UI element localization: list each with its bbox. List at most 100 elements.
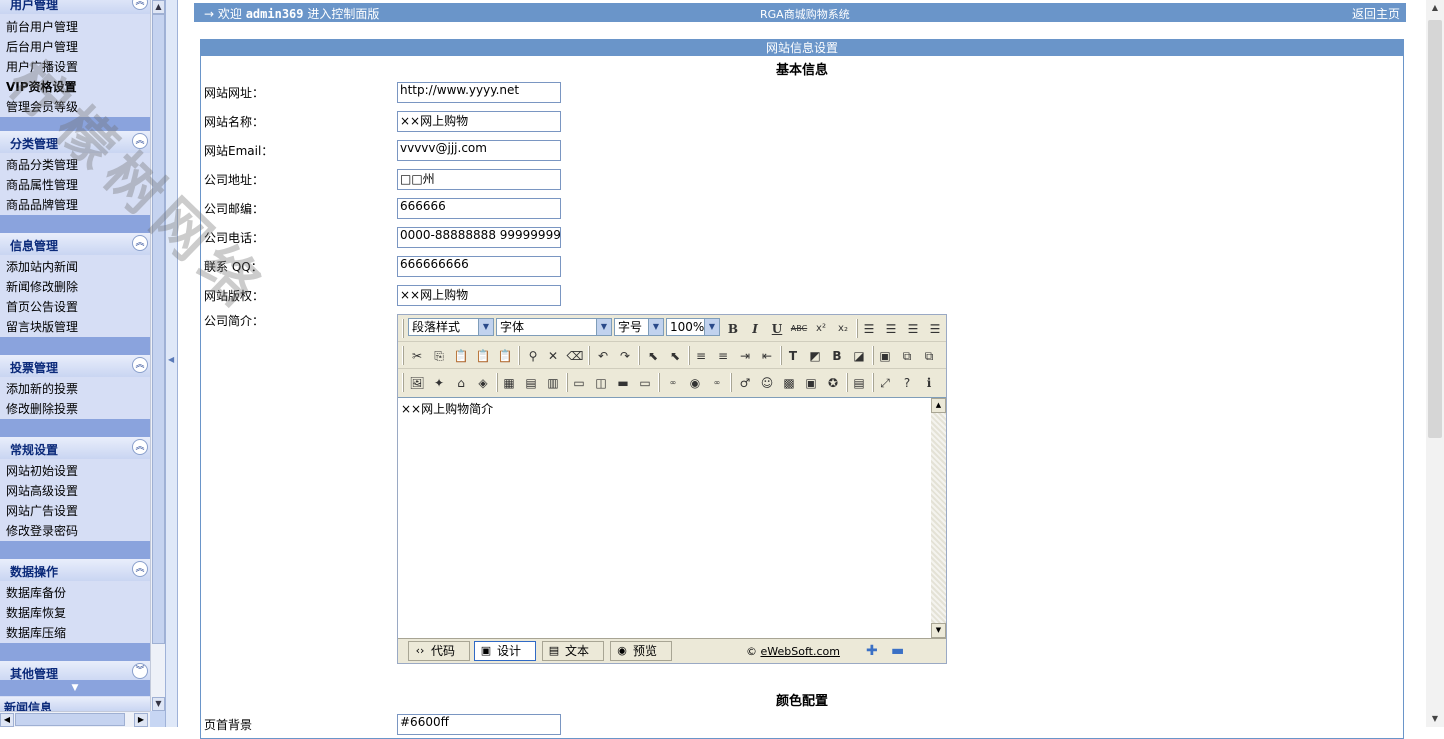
sidebar-item-edit-vote[interactable]: 修改删除投票 bbox=[0, 399, 150, 419]
unselect-icon[interactable]: ⬉ bbox=[666, 347, 684, 365]
select-all-icon[interactable]: ⬉ bbox=[644, 347, 662, 365]
excel-icon[interactable]: ✪ bbox=[824, 374, 842, 392]
table-icon[interactable]: ▦ bbox=[500, 374, 518, 392]
sidebar-item-site-ads[interactable]: 网站广告设置 bbox=[0, 501, 150, 521]
group-info-header[interactable]: 信息管理 ︽ bbox=[0, 233, 150, 255]
scroll-thumb[interactable] bbox=[15, 713, 125, 726]
scroll-right-icon[interactable]: ▶ bbox=[134, 713, 148, 727]
site-name-input[interactable]: ××网上购物 bbox=[397, 111, 561, 132]
image-icon[interactable]: 🖼 bbox=[408, 374, 426, 392]
bg-color-icon[interactable]: ◩ bbox=[806, 347, 824, 365]
scroll-down-icon[interactable]: ▼ bbox=[152, 697, 165, 711]
collapse-sidebar-icon[interactable]: ◀ bbox=[168, 355, 174, 364]
mode-code-button[interactable]: ‹› 代码 bbox=[408, 641, 470, 661]
sidebar-item-user-broadcast[interactable]: 用户广播设置 bbox=[0, 57, 150, 77]
chevron-down-icon[interactable]: ▼ bbox=[0, 680, 150, 696]
site-email-input[interactable]: vvvvv@jjj.com bbox=[397, 140, 561, 161]
address-input[interactable]: □□州 bbox=[397, 169, 561, 190]
scroll-up-icon[interactable]: ▲ bbox=[152, 0, 165, 14]
align-center-icon[interactable]: ☰ bbox=[882, 320, 900, 338]
web-link-icon[interactable]: ∞ bbox=[664, 374, 682, 392]
special-char-icon[interactable]: ♂ bbox=[736, 374, 754, 392]
paragraph-style-select[interactable]: 段落样式 ▼ bbox=[408, 318, 494, 336]
font-color-icon[interactable]: B bbox=[828, 347, 846, 365]
sidebar-item-frontend-users[interactable]: 前台用户管理 bbox=[0, 17, 150, 37]
group-vote-header[interactable]: 投票管理 ︽ bbox=[0, 355, 150, 377]
layer-absolute-icon[interactable]: ⧉ bbox=[920, 347, 938, 365]
highlight-icon[interactable]: ◪ bbox=[850, 347, 868, 365]
sidebar-item-backend-users[interactable]: 后台用户管理 bbox=[0, 37, 150, 57]
iframe-icon[interactable]: ◫ bbox=[592, 374, 610, 392]
help-icon[interactable]: ? bbox=[898, 374, 916, 392]
undo-icon[interactable]: ↶ bbox=[594, 347, 612, 365]
sidebar-item-add-vote[interactable]: 添加新的投票 bbox=[0, 379, 150, 399]
scroll-left-icon[interactable]: ◀ bbox=[0, 713, 14, 727]
subscript-icon[interactable]: x₂ bbox=[834, 320, 852, 338]
collapse-icon[interactable]: ︽ bbox=[132, 357, 148, 373]
unordered-list-icon[interactable]: ≡ bbox=[714, 347, 732, 365]
layer-icon[interactable]: ⧉ bbox=[898, 347, 916, 365]
mode-text-button[interactable]: ▤ 文本 bbox=[542, 641, 604, 661]
sidebar-item-add-news[interactable]: 添加站内新闻 bbox=[0, 257, 150, 277]
mode-preview-button[interactable]: ◉ 预览 bbox=[610, 641, 672, 661]
strikethrough-icon[interactable]: ABC bbox=[790, 320, 808, 338]
font-size-select[interactable]: 字号 ▼ bbox=[614, 318, 664, 336]
table-props-icon[interactable]: ▤ bbox=[522, 374, 540, 392]
unlink-icon[interactable]: ∞ bbox=[708, 374, 726, 392]
credit-link[interactable]: eWebSoft.com bbox=[761, 645, 840, 658]
zoom-select[interactable]: 100% ▼ bbox=[666, 318, 720, 336]
redo-icon[interactable]: ↷ bbox=[616, 347, 634, 365]
indent-icon[interactable]: ⇥ bbox=[736, 347, 754, 365]
expand-icon[interactable]: ︾ bbox=[132, 663, 148, 679]
scroll-down-icon[interactable]: ▼ bbox=[1427, 711, 1443, 727]
sidebar-horizontal-scrollbar[interactable]: ◀ ▶ bbox=[0, 711, 150, 727]
align-justify-icon[interactable]: ☰ bbox=[926, 320, 944, 338]
mode-design-button[interactable]: ▣ 设计 bbox=[474, 641, 536, 661]
zoom-out-icon[interactable]: ▬ bbox=[891, 643, 904, 659]
text-color-icon[interactable]: T bbox=[784, 347, 802, 365]
sidebar-item-edit-news[interactable]: 新闻修改删除 bbox=[0, 277, 150, 297]
file-icon[interactable]: ◈ bbox=[474, 374, 492, 392]
delete-icon[interactable]: ✕ bbox=[544, 347, 562, 365]
scroll-up-icon[interactable]: ▲ bbox=[931, 398, 946, 413]
outdent-icon[interactable]: ⇤ bbox=[758, 347, 776, 365]
bold-icon[interactable]: B bbox=[724, 320, 742, 338]
date-icon[interactable]: ▩ bbox=[780, 374, 798, 392]
sidebar-item-db-compress[interactable]: 数据库压缩 bbox=[0, 623, 150, 643]
underline-icon[interactable]: U bbox=[768, 320, 786, 338]
emoticon-icon[interactable]: ☺ bbox=[758, 374, 776, 392]
group-category-header[interactable]: 分类管理 ︽ bbox=[0, 131, 150, 153]
collapse-icon[interactable]: ︽ bbox=[132, 133, 148, 149]
sidebar-item-guestbook[interactable]: 留言块版管理 bbox=[0, 317, 150, 337]
align-right-icon[interactable]: ☰ bbox=[904, 320, 922, 338]
group-user-header[interactable]: 用户管理 ︽ bbox=[0, 0, 150, 14]
paste-icon[interactable]: 📋 bbox=[452, 347, 470, 365]
sidebar-item-product-brands[interactable]: 商品品牌管理 bbox=[0, 195, 150, 215]
time-icon[interactable]: ▣ bbox=[802, 374, 820, 392]
sidebar-item-member-levels[interactable]: 管理会员等级 bbox=[0, 97, 150, 117]
page-break-icon[interactable]: ▤ bbox=[850, 374, 868, 392]
sidebar-item-change-password[interactable]: 修改登录密码 bbox=[0, 521, 150, 541]
sidebar-item-product-categories[interactable]: 商品分类管理 bbox=[0, 155, 150, 175]
group-data-header[interactable]: 数据操作 ︽ bbox=[0, 559, 150, 581]
top-bg-input[interactable]: #6600ff bbox=[397, 714, 561, 735]
cut-icon[interactable]: ✂ bbox=[408, 347, 426, 365]
home-link[interactable]: 返回主页 bbox=[1352, 5, 1400, 22]
find-icon[interactable]: ⚲ bbox=[524, 347, 542, 365]
form-icon[interactable]: ▭ bbox=[570, 374, 588, 392]
frame-divider[interactable]: ◀ bbox=[165, 0, 178, 727]
globe-icon[interactable]: ◉ bbox=[686, 374, 704, 392]
sidebar-item-homepage-notice[interactable]: 首页公告设置 bbox=[0, 297, 150, 317]
hr-icon[interactable]: ▬ bbox=[614, 374, 632, 392]
align-left-icon[interactable]: ☰ bbox=[860, 320, 878, 338]
editor-content[interactable]: ××网上购物简介 bbox=[398, 397, 931, 638]
sidebar-item-vip-settings[interactable]: VIP资格设置 bbox=[0, 77, 150, 97]
collapse-icon[interactable]: ︽ bbox=[132, 0, 148, 10]
sidebar-item-site-init[interactable]: 网站初始设置 bbox=[0, 461, 150, 481]
sidebar-item-db-restore[interactable]: 数据库恢复 bbox=[0, 603, 150, 623]
sidebar-vertical-scrollbar[interactable]: ▲ ▼ bbox=[150, 0, 165, 711]
site-url-input[interactable]: http://www.yyyy.net bbox=[397, 82, 561, 103]
sidebar-item-db-backup[interactable]: 数据库备份 bbox=[0, 583, 150, 603]
cell-icon[interactable]: ▥ bbox=[544, 374, 562, 392]
collapse-icon[interactable]: ︽ bbox=[132, 235, 148, 251]
